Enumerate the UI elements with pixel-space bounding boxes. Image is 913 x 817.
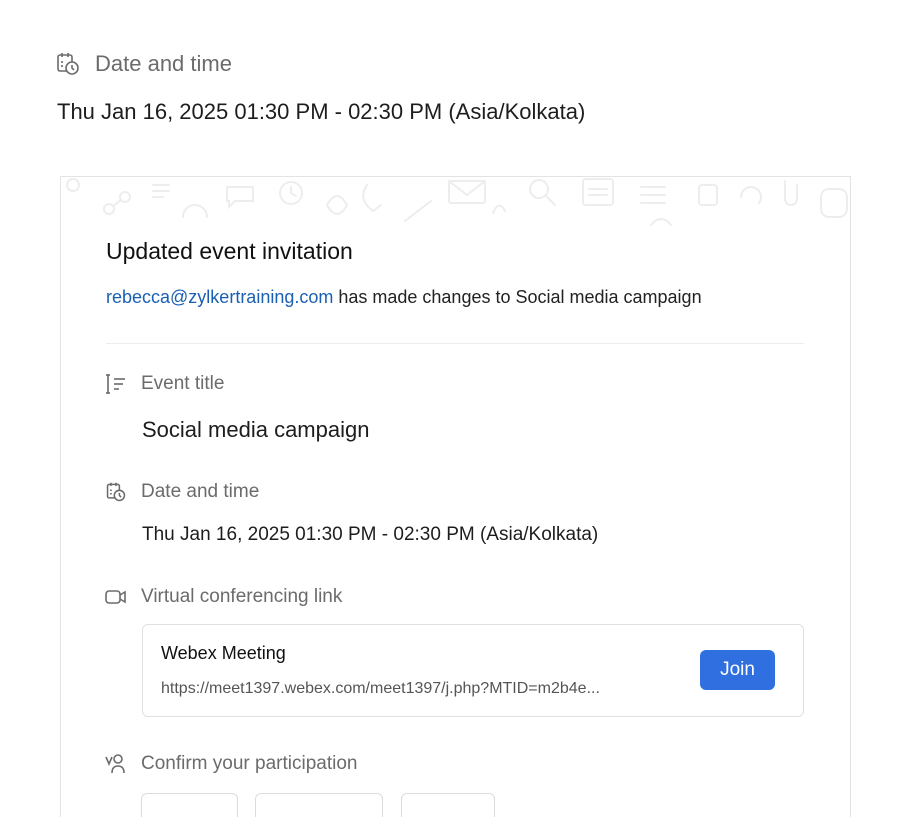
video-camera-icon [105, 590, 126, 604]
participation-label-row: Confirm your participation [105, 753, 357, 775]
date-time-header: Date and time [55, 51, 232, 77]
conferencing-box: Webex Meeting https://meet1397.webex.com… [142, 624, 804, 717]
invitation-card: Updated event invitation rebecca@zylkert… [60, 176, 851, 817]
join-button[interactable]: Join [700, 650, 775, 690]
person-check-icon [105, 754, 125, 774]
conferencing-label: Virtual conferencing link [141, 586, 343, 607]
change-notice-text: has made changes to Social media campaig… [333, 287, 702, 307]
decorative-doodle-banner [66, 178, 848, 226]
text-align-icon [106, 374, 125, 394]
conferencing-label-row: Virtual conferencing link [105, 586, 342, 608]
change-notice: rebecca@zylkertraining.com has made chan… [106, 287, 702, 308]
rsvp-button[interactable] [255, 793, 383, 817]
date-time-header-label: Date and time [95, 51, 232, 76]
date-time-label-row: Date and time [105, 481, 259, 503]
rsvp-button[interactable] [401, 793, 495, 817]
card-title: Updated event invitation [106, 238, 353, 264]
participation-label: Confirm your participation [141, 753, 358, 774]
event-title-label-row: Event title [105, 373, 224, 395]
conferencing-provider: Webex Meeting [161, 643, 286, 663]
calendar-clock-icon [57, 53, 79, 75]
calendar-clock-icon [106, 482, 126, 502]
event-title-label: Event title [141, 373, 225, 394]
rsvp-button[interactable] [141, 793, 238, 817]
organizer-email-link[interactable]: rebecca@zylkertraining.com [106, 287, 333, 307]
date-time-value: Thu Jan 16, 2025 01:30 PM - 02:30 PM (As… [142, 524, 599, 545]
date-time-header-value: Thu Jan 16, 2025 01:30 PM - 02:30 PM (As… [57, 99, 586, 124]
divider [106, 343, 804, 344]
conferencing-url-link[interactable]: https://meet1397.webex.com/meet1397/j.ph… [161, 680, 600, 698]
event-title-value: Social media campaign [142, 417, 370, 442]
date-time-label: Date and time [141, 481, 260, 502]
